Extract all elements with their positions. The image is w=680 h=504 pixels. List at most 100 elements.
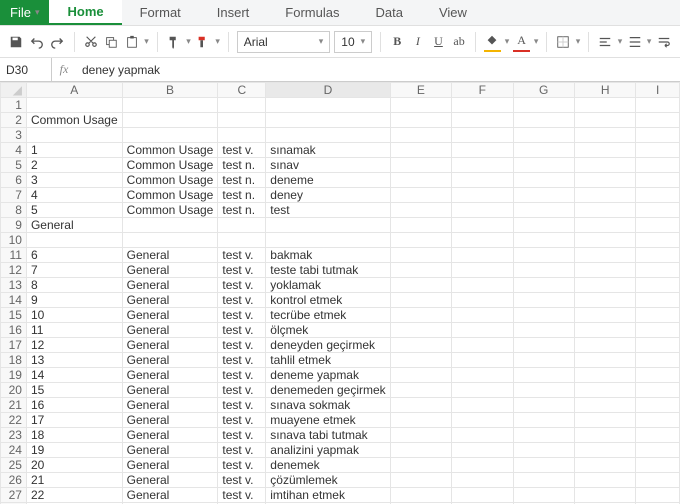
cell[interactable]: test v. bbox=[218, 248, 266, 263]
cell[interactable]: 17 bbox=[26, 413, 122, 428]
undo-icon[interactable] bbox=[29, 32, 46, 52]
name-box[interactable]: D30 bbox=[0, 58, 52, 81]
cell[interactable] bbox=[513, 248, 574, 263]
cell[interactable] bbox=[636, 128, 680, 143]
cell[interactable]: 2 bbox=[26, 158, 122, 173]
cell[interactable] bbox=[513, 473, 574, 488]
cell[interactable]: 7 bbox=[26, 263, 122, 278]
cell[interactable] bbox=[574, 278, 635, 293]
row-header[interactable]: 20 bbox=[1, 383, 27, 398]
cell[interactable]: imtihan etmek bbox=[266, 488, 390, 503]
cell[interactable] bbox=[452, 203, 513, 218]
cell[interactable] bbox=[574, 458, 635, 473]
cell[interactable]: test v. bbox=[218, 383, 266, 398]
cell[interactable] bbox=[390, 413, 451, 428]
cell[interactable] bbox=[452, 338, 513, 353]
redo-icon[interactable] bbox=[49, 32, 66, 52]
column-header-D[interactable]: D bbox=[266, 83, 390, 98]
cell[interactable] bbox=[513, 308, 574, 323]
cell[interactable] bbox=[574, 368, 635, 383]
cell[interactable] bbox=[390, 398, 451, 413]
cell[interactable]: 4 bbox=[26, 188, 122, 203]
cell[interactable]: 12 bbox=[26, 338, 122, 353]
cell[interactable] bbox=[452, 113, 513, 128]
file-menu[interactable]: File ▾ bbox=[0, 0, 49, 25]
cell[interactable] bbox=[636, 413, 680, 428]
cell[interactable] bbox=[266, 128, 390, 143]
fill-color-icon[interactable] bbox=[484, 32, 501, 52]
column-header-A[interactable]: A bbox=[26, 83, 122, 98]
format-painter-icon[interactable] bbox=[166, 32, 183, 52]
cell[interactable] bbox=[513, 443, 574, 458]
chevron-down-icon[interactable]: ▾ bbox=[618, 36, 623, 47]
row-header[interactable]: 17 bbox=[1, 338, 27, 353]
row-header[interactable]: 15 bbox=[1, 308, 27, 323]
cell[interactable] bbox=[122, 233, 218, 248]
cell[interactable]: test v. bbox=[218, 473, 266, 488]
row-header[interactable]: 14 bbox=[1, 293, 27, 308]
cell[interactable] bbox=[636, 158, 680, 173]
cell[interactable] bbox=[574, 353, 635, 368]
cell[interactable] bbox=[513, 143, 574, 158]
cell[interactable]: bakmak bbox=[266, 248, 390, 263]
cell[interactable] bbox=[218, 98, 266, 113]
cell[interactable]: 13 bbox=[26, 353, 122, 368]
cell[interactable] bbox=[574, 248, 635, 263]
cell[interactable] bbox=[513, 488, 574, 503]
bold-icon[interactable]: B bbox=[389, 32, 406, 52]
column-header-G[interactable]: G bbox=[513, 83, 574, 98]
cell[interactable] bbox=[636, 188, 680, 203]
cell[interactable]: 9 bbox=[26, 293, 122, 308]
cell[interactable] bbox=[574, 188, 635, 203]
cell[interactable]: General bbox=[122, 248, 218, 263]
paste-icon[interactable] bbox=[124, 32, 141, 52]
cell[interactable]: test n. bbox=[218, 173, 266, 188]
row-header[interactable]: 2 bbox=[1, 113, 27, 128]
cell[interactable] bbox=[218, 128, 266, 143]
cell[interactable]: test v. bbox=[218, 443, 266, 458]
row-header[interactable]: 8 bbox=[1, 203, 27, 218]
cell[interactable] bbox=[574, 263, 635, 278]
cell[interactable]: test v. bbox=[218, 353, 266, 368]
cell[interactable] bbox=[452, 353, 513, 368]
cell[interactable] bbox=[636, 233, 680, 248]
cell[interactable] bbox=[452, 323, 513, 338]
cell[interactable] bbox=[636, 458, 680, 473]
cell[interactable]: test v. bbox=[218, 143, 266, 158]
cell[interactable] bbox=[452, 398, 513, 413]
cell[interactable] bbox=[390, 338, 451, 353]
cell[interactable] bbox=[266, 233, 390, 248]
cell[interactable] bbox=[26, 233, 122, 248]
cell[interactable]: test v. bbox=[218, 398, 266, 413]
cell[interactable] bbox=[513, 413, 574, 428]
cell[interactable] bbox=[452, 128, 513, 143]
cell[interactable] bbox=[574, 203, 635, 218]
cell[interactable]: 11 bbox=[26, 323, 122, 338]
cell[interactable]: Common Usage bbox=[122, 188, 218, 203]
cell[interactable]: General bbox=[122, 278, 218, 293]
row-header[interactable]: 21 bbox=[1, 398, 27, 413]
cell[interactable]: General bbox=[122, 338, 218, 353]
cell[interactable] bbox=[574, 113, 635, 128]
cell[interactable] bbox=[574, 338, 635, 353]
cell[interactable] bbox=[390, 128, 451, 143]
cell[interactable] bbox=[452, 413, 513, 428]
menu-tab-data[interactable]: Data bbox=[357, 0, 420, 25]
column-header-E[interactable]: E bbox=[390, 83, 451, 98]
italic-icon[interactable]: I bbox=[410, 32, 427, 52]
cell[interactable]: test v. bbox=[218, 413, 266, 428]
cell[interactable]: 20 bbox=[26, 458, 122, 473]
cell[interactable] bbox=[636, 443, 680, 458]
cell[interactable]: test n. bbox=[218, 158, 266, 173]
cell[interactable]: Common Usage bbox=[122, 158, 218, 173]
cell[interactable] bbox=[390, 203, 451, 218]
row-header[interactable]: 9 bbox=[1, 218, 27, 233]
cell[interactable]: test n. bbox=[218, 188, 266, 203]
cell[interactable]: sınava sokmak bbox=[266, 398, 390, 413]
cell[interactable] bbox=[26, 128, 122, 143]
chevron-down-icon[interactable]: ▾ bbox=[505, 36, 510, 47]
cell[interactable] bbox=[390, 173, 451, 188]
cell[interactable] bbox=[574, 143, 635, 158]
cell[interactable] bbox=[452, 278, 513, 293]
cell[interactable]: test v. bbox=[218, 308, 266, 323]
